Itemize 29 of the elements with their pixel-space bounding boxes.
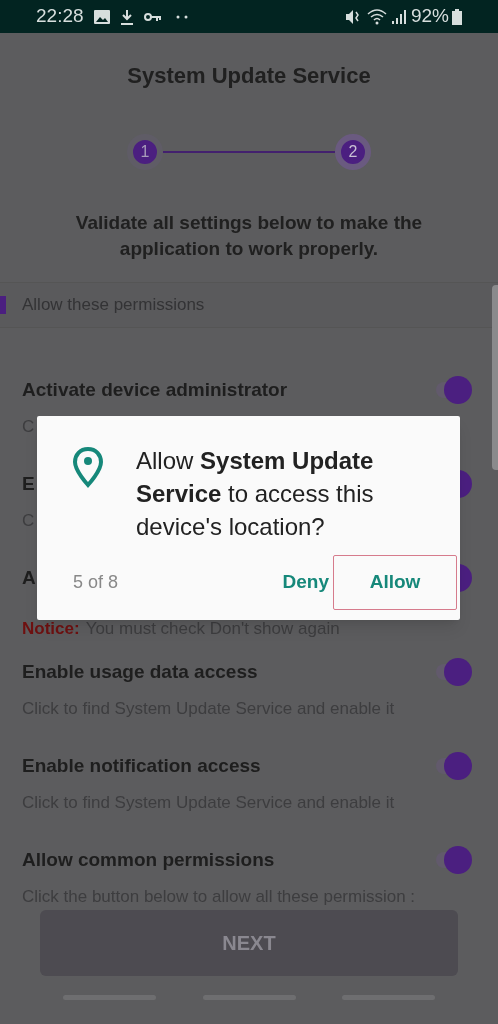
allow-button[interactable]: Allow <box>333 555 457 610</box>
key-icon <box>143 11 162 22</box>
permission-title: Allow common permissions <box>22 847 275 872</box>
toggle-switch[interactable] <box>436 658 472 686</box>
section-marker <box>0 296 6 314</box>
more-icon <box>175 14 188 19</box>
dialog-message: Allow System Update Service to access this device's location? <box>136 446 375 542</box>
notice-label: Notice: <box>22 618 80 640</box>
permission-title: Enable notification access <box>22 753 261 778</box>
intro-text: Validate all settings below to make the application to work properly. <box>74 211 424 261</box>
toggle-switch[interactable] <box>436 846 472 874</box>
signal-icon <box>390 8 407 25</box>
battery-percent: 92% <box>410 4 449 29</box>
permission-title: Activate device administrator <box>22 377 288 402</box>
download-icon <box>119 8 134 25</box>
app-title: System Update Service <box>127 62 371 90</box>
toggle-switch[interactable] <box>436 376 472 404</box>
deny-button[interactable]: Deny <box>278 555 333 610</box>
wifi-icon <box>366 8 387 25</box>
permission-title: Enable usage data access <box>22 659 258 684</box>
image-icon <box>93 9 110 24</box>
permission-title: A <box>22 565 36 590</box>
toggle-switch[interactable] <box>436 752 472 780</box>
mute-icon <box>344 8 361 25</box>
dialog-counter: 5 of 8 <box>73 571 119 594</box>
location-pin-icon <box>72 446 104 488</box>
clock: 22:28 <box>36 4 84 29</box>
battery-icon <box>452 8 462 25</box>
permission-title: E <box>22 471 35 496</box>
